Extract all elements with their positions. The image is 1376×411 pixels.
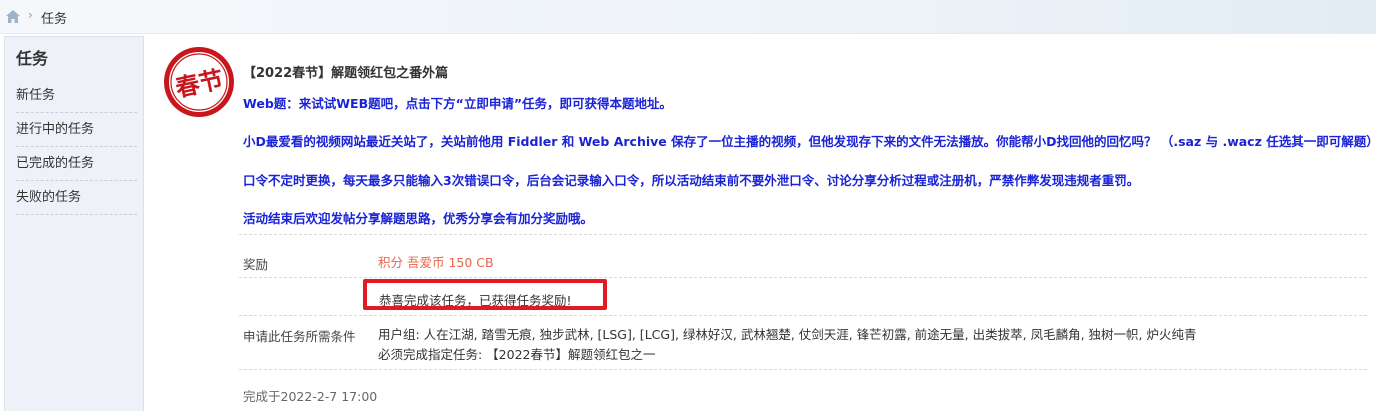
sidebar: 任务 新任务 进行中的任务 已完成的任务 失败的任务 xyxy=(4,36,144,411)
breadcrumb-separator: › xyxy=(28,8,33,22)
sidebar-item-completed[interactable]: 已完成的任务 xyxy=(16,147,137,181)
task-description-line: Web题：来试试WEB题吧，点击下方“立即申请”任务，即可获得本题地址。 xyxy=(243,96,673,111)
reward-value: 积分 吾爱币 150 CB xyxy=(378,255,494,270)
completion-notice-text: 恭喜完成该任务，已获得任务奖励! xyxy=(379,293,572,308)
sidebar-item-in-progress[interactable]: 进行中的任务 xyxy=(16,113,137,147)
sidebar-item-failed[interactable]: 失败的任务 xyxy=(16,181,137,215)
conditions-required-task: 必须完成指定任务: 【2022春节】解题领红包之一 xyxy=(378,347,656,362)
task-description-line: 小D最爱看的视频网站最近关站了，关站前他用 Fiddler 和 Web Arch… xyxy=(243,134,1376,149)
breadcrumb-current[interactable]: 任务 xyxy=(41,8,67,27)
task-title: 【2022春节】解题领红包之番外篇 xyxy=(243,66,449,81)
task-detail: 春节 【2022春节】解题领红包之番外篇 Web题：来试试WEB题吧，点击下方“… xyxy=(143,36,1376,410)
divider xyxy=(239,369,1367,370)
reward-label: 奖励 xyxy=(243,257,269,272)
task-description-line: 活动结束后欢迎发帖分享解题思路，优秀分享会有加分奖励哦。 xyxy=(243,211,594,226)
conditions-user-groups: 用户组: 人在江湖, 踏雪无痕, 独步武林, [LSG], [LCG], 绿林好… xyxy=(378,327,1197,342)
home-icon[interactable] xyxy=(6,10,20,23)
divider xyxy=(239,315,1367,316)
divider xyxy=(239,277,1367,278)
task-description-line: 口令不定时更换，每天最多只能输入3次错误口令，后台会记录输入口令，所以活动结束前… xyxy=(243,173,1140,188)
breadcrumb-bar: › 任务 xyxy=(0,0,1376,34)
completed-time: 完成于2022-2-7 17:00 xyxy=(243,389,378,404)
spring-festival-stamp-icon: 春节 xyxy=(164,47,234,117)
completion-notice: 恭喜完成该任务，已获得任务奖励! xyxy=(363,279,607,310)
sidebar-item-new-tasks[interactable]: 新任务 xyxy=(16,79,137,113)
sidebar-title: 任务 xyxy=(16,49,49,68)
conditions-label: 申请此任务所需条件 xyxy=(243,329,356,344)
divider xyxy=(239,234,1367,235)
